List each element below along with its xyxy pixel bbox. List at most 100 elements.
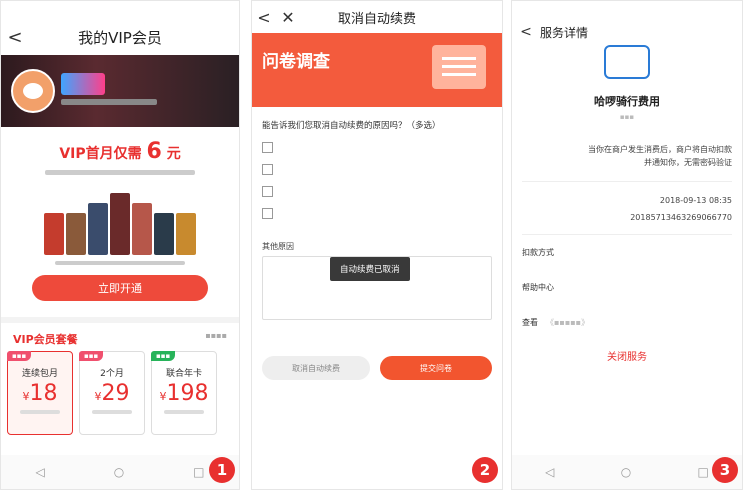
checkbox-icon[interactable] bbox=[262, 142, 273, 153]
service-desc-value: 当你在商户发生消费后，商户将自动扣款并通知你，无需密码验证 bbox=[588, 145, 732, 167]
movie-poster bbox=[154, 213, 174, 255]
nav-back-icon[interactable]: ◁ bbox=[35, 465, 44, 479]
open-time-row: 2018-09-13 08:35 bbox=[512, 196, 742, 205]
divider bbox=[522, 181, 732, 182]
divider bbox=[522, 234, 732, 235]
package-original-price bbox=[164, 410, 204, 414]
nav-home-icon[interactable]: ○ bbox=[114, 465, 124, 479]
packages-title: VIP会员套餐 bbox=[13, 333, 78, 346]
deduct-row[interactable]: 扣款方式 bbox=[512, 247, 742, 258]
submit-survey-button[interactable]: 提交问卷 bbox=[380, 356, 492, 380]
packages-header: VIP会员套餐 ▪▪▪▪ bbox=[1, 323, 239, 351]
nav-home-icon[interactable]: ○ bbox=[621, 465, 631, 479]
package-card[interactable]: ▪▪▪ 联合年卡 ¥198 bbox=[151, 351, 217, 435]
package-list: ▪▪▪ 连续包月 ¥18 ▪▪▪ 2个月 ¥29 ▪▪▪ 联合年卡 ¥198 bbox=[1, 351, 239, 435]
package-card[interactable]: ▪▪▪ 连续包月 ¥18 bbox=[7, 351, 73, 435]
agreement-label bbox=[522, 213, 582, 222]
phone-screen-cancel: < ✕ 取消自动续费 问卷调查 能告诉我们您取消自动续费的原因吗？（多选） 其他… bbox=[251, 0, 503, 490]
status-bar bbox=[1, 1, 239, 19]
package-tag: ▪▪▪ bbox=[7, 351, 32, 361]
poster-strip bbox=[1, 189, 239, 255]
back-icon[interactable]: < bbox=[512, 24, 540, 40]
nav-recent-icon[interactable]: □ bbox=[193, 465, 204, 479]
app-name: 哈啰骑行费用 bbox=[594, 95, 660, 108]
agreement-value: 20185713463269066770 bbox=[630, 213, 732, 222]
package-original-price bbox=[20, 410, 60, 414]
promo-section: VIP首月仅需 6 元 bbox=[1, 127, 239, 175]
survey-banner: 问卷调查 bbox=[252, 33, 502, 107]
header: < ✕ 取消自动续费 bbox=[252, 1, 502, 33]
movie-poster bbox=[44, 213, 64, 255]
survey-paper-icon bbox=[432, 45, 486, 89]
promo-subtext bbox=[45, 170, 195, 175]
movie-poster bbox=[132, 203, 152, 255]
service-desc-row: 当你在商户发生消费后，商户将自动扣款并通知你，无需密码验证 bbox=[512, 143, 742, 169]
phone-screen-vip: < 我的VIP会员 VIP首月仅需 6 元 立即开通 VIP会员套餐 ▪▪▪▪ … bbox=[0, 0, 240, 490]
cancel-renewal-button[interactable]: 取消自动续费 bbox=[262, 356, 370, 380]
view-label: 查看 bbox=[522, 318, 538, 327]
avatar[interactable] bbox=[11, 69, 55, 113]
survey-option[interactable] bbox=[252, 186, 502, 197]
nav-recent-icon[interactable]: □ bbox=[698, 465, 709, 479]
view-row: 查看 《▪▪▪▪▪》 bbox=[512, 317, 742, 328]
package-tag: ▪▪▪ bbox=[79, 351, 104, 361]
action-row: 取消自动续费 提交问卷 bbox=[252, 320, 502, 380]
package-tag: ▪▪▪ bbox=[151, 351, 176, 361]
poster-caption bbox=[55, 261, 185, 265]
checkbox-icon[interactable] bbox=[262, 164, 273, 175]
member-info bbox=[61, 99, 157, 105]
package-name: 连续包月 bbox=[21, 369, 58, 379]
vip-card-icon bbox=[61, 73, 105, 95]
promo-text: VIP首月仅需 6 元 bbox=[59, 139, 181, 164]
close-icon[interactable]: ✕ bbox=[276, 8, 300, 27]
survey-option[interactable] bbox=[252, 208, 502, 219]
other-reason-header: 其他原因 bbox=[252, 219, 502, 256]
package-original-price bbox=[92, 410, 132, 414]
close-service-button[interactable]: 关闭服务 bbox=[512, 348, 742, 363]
nav-back-icon[interactable]: ◁ bbox=[545, 465, 554, 479]
header: < 我的VIP会员 bbox=[1, 19, 239, 55]
movie-poster bbox=[176, 213, 196, 255]
open-time-label bbox=[522, 196, 582, 205]
package-price: ¥18 bbox=[22, 381, 58, 406]
package-price: ¥29 bbox=[94, 381, 130, 406]
member-banner bbox=[1, 55, 239, 127]
package-name: 2个月 bbox=[100, 369, 124, 379]
packages-more[interactable]: ▪▪▪▪ bbox=[205, 331, 227, 347]
agreement-link[interactable]: 《▪▪▪▪▪》 bbox=[546, 317, 732, 328]
survey-question: 能告诉我们您取消自动续费的原因吗？（多选） bbox=[262, 121, 441, 131]
service-desc-label bbox=[522, 143, 582, 169]
step-badge: 1 bbox=[209, 457, 235, 483]
system-nav-bar: ◁ ○ □ bbox=[512, 455, 742, 489]
open-time-value: 2018-09-13 08:35 bbox=[659, 196, 732, 205]
toast-message: 自动续费已取消 bbox=[330, 257, 410, 281]
package-card[interactable]: ▪▪▪ 2个月 ¥29 bbox=[79, 351, 145, 435]
deduct-label: 扣款方式 bbox=[522, 248, 554, 257]
survey-option[interactable] bbox=[252, 164, 502, 175]
app-icon bbox=[604, 45, 650, 79]
step-badge: 3 bbox=[712, 457, 738, 483]
checkbox-icon[interactable] bbox=[262, 186, 273, 197]
system-nav-bar: ◁ ○ □ bbox=[1, 455, 239, 489]
package-price: ¥198 bbox=[159, 381, 209, 406]
deduct-value bbox=[574, 247, 732, 258]
movie-poster bbox=[110, 193, 130, 255]
step-badge: 2 bbox=[472, 457, 498, 483]
survey-option[interactable] bbox=[252, 142, 502, 153]
page-title: 我的VIP会员 bbox=[78, 28, 162, 47]
other-reason-label: 其他原因 bbox=[262, 242, 294, 251]
agreement-row: 20185713463269066770 bbox=[512, 213, 742, 222]
page-title: 服务详情 bbox=[540, 25, 589, 40]
app-status: ▪▪▪ bbox=[619, 113, 635, 121]
help-label: 帮助中心 bbox=[522, 283, 554, 292]
movie-poster bbox=[66, 213, 86, 255]
checkbox-icon[interactable] bbox=[262, 208, 273, 219]
help-row[interactable]: 帮助中心 bbox=[512, 282, 742, 293]
phone-screen-service-detail: < 服务详情 哈啰骑行费用 ▪▪▪ 当你在商户发生消费后，商户将自动扣款并通知你… bbox=[511, 0, 743, 490]
open-now-button[interactable]: 立即开通 bbox=[32, 275, 208, 301]
back-icon[interactable]: < bbox=[1, 27, 29, 48]
back-icon[interactable]: < bbox=[252, 8, 276, 27]
status-bar bbox=[512, 1, 742, 19]
header: < 服务详情 bbox=[512, 19, 742, 45]
movie-poster bbox=[88, 203, 108, 255]
